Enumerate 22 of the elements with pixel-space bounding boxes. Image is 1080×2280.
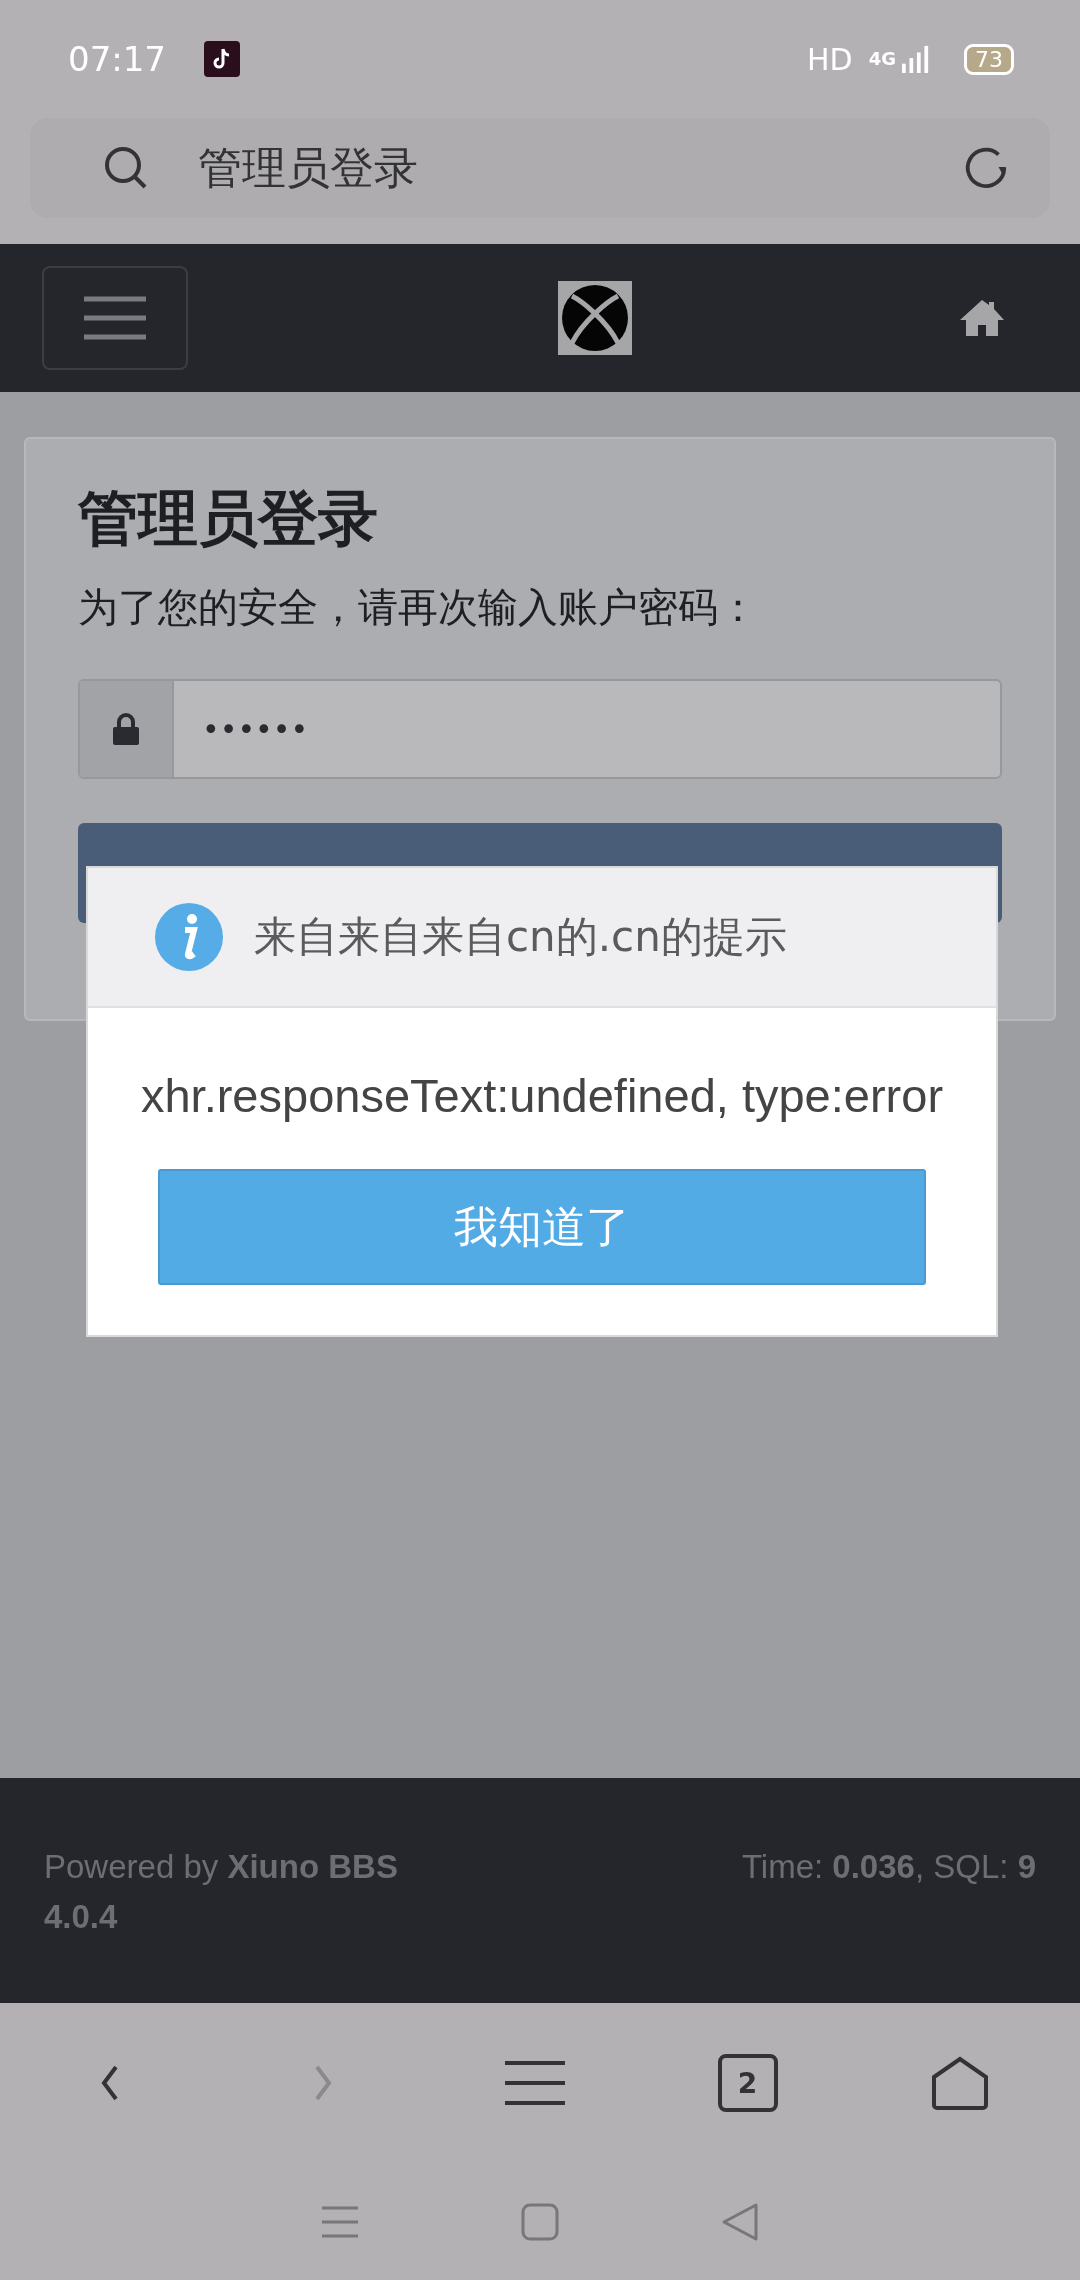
card-title: 管理员登录 (78, 482, 379, 555)
logo-icon[interactable] (558, 281, 632, 355)
password-field[interactable]: •••••• (78, 679, 1002, 779)
tabs-button[interactable]: 2 (717, 2054, 778, 2112)
address-bar[interactable]: 管理员登录 (30, 118, 1050, 218)
lock-icon (112, 713, 140, 745)
status-time: 07:17 (68, 39, 166, 79)
powered-by-text: Powered by Xiuno BBS 4.0.4 (44, 1847, 399, 1937)
home-icon[interactable] (958, 298, 1006, 338)
info-icon (154, 902, 224, 972)
card-subtitle: 为了您的安全，请再次输入账户密码： (78, 583, 759, 632)
dialog-message: xhr.responseText:undefined, type:error (140, 1068, 944, 1123)
network-label: HD (807, 41, 853, 77)
menu-button[interactable] (42, 266, 188, 370)
stats-text: Time: 0.036, SQL: 9 (741, 1847, 1036, 1887)
network-type: 4G (868, 48, 896, 69)
signal-icon (902, 44, 930, 74)
dialog-title: 来自来自来自cn的.cn的提示 (254, 911, 787, 963)
menu-icon (84, 295, 146, 341)
battery-level: 73 (964, 43, 1014, 75)
page-title: 管理员登录 (198, 140, 418, 195)
app-notification-icon (204, 41, 240, 77)
